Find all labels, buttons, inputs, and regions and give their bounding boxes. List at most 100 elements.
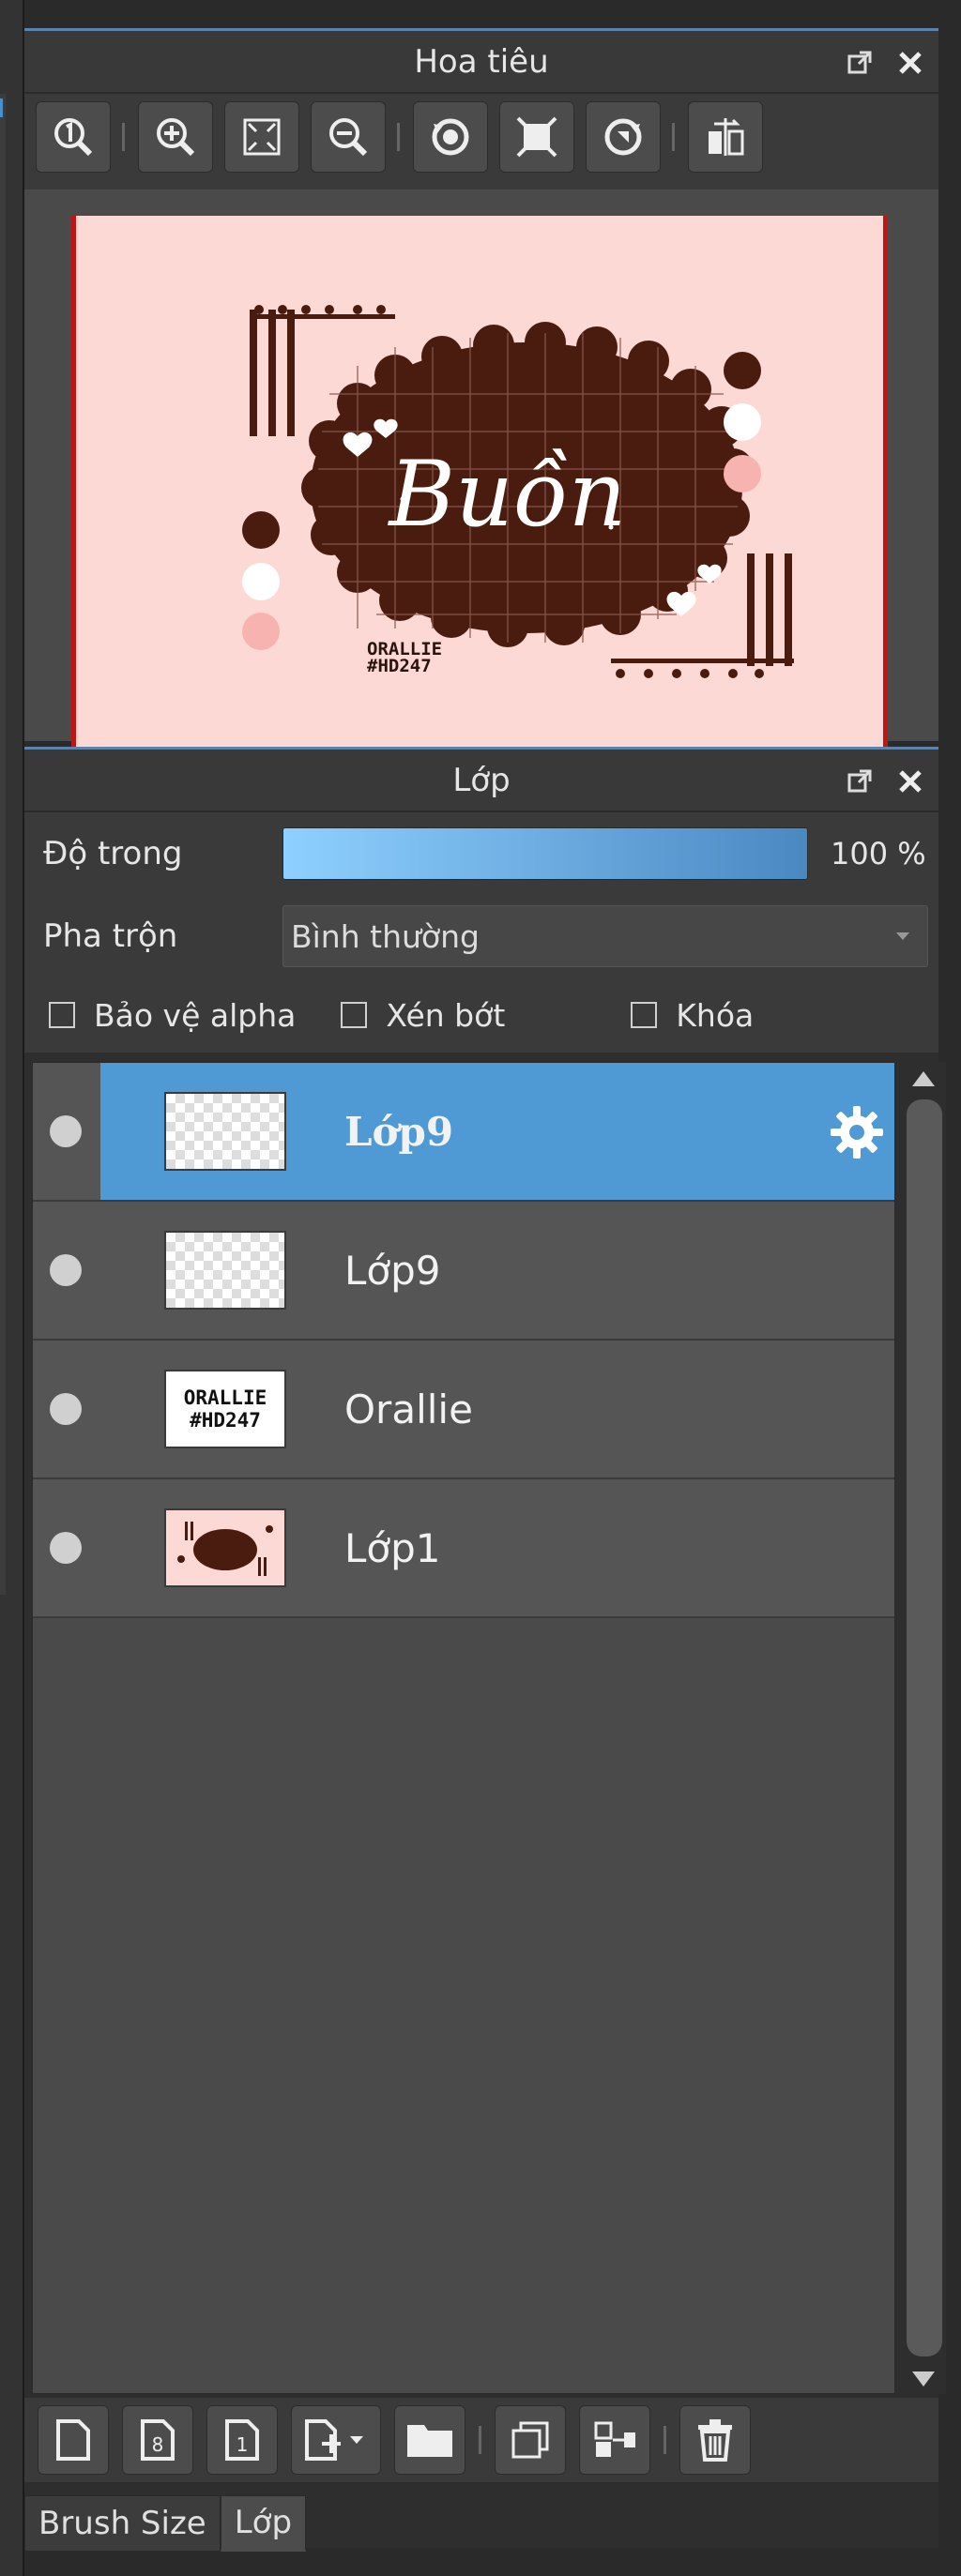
scroll-thumb[interactable] [907,1099,942,2356]
canvas-preview[interactable]: Buồn ORALLIE #HD247 [71,216,888,755]
left-dock-strip [0,0,24,2576]
layer-thumbnail: ORALLIE #HD247 [164,1370,286,1448]
new-folder-button[interactable] [394,2405,465,2475]
opacity-row: Độ trong 100 % [24,812,938,895]
new-layer-button[interactable] [38,2405,109,2475]
blend-mode-select[interactable]: Bình thường [282,905,928,967]
zoom-out-icon [329,118,368,157]
visibility-icon[interactable] [50,1115,82,1147]
watermark-line-2: #HD247 [367,656,432,676]
layers-header: Lớp [24,747,938,812]
scroll-up-icon[interactable] [910,1068,937,1090]
layers-title: Lớp [452,761,511,799]
layer-row[interactable]: Lớp1 [33,1479,894,1618]
close-icon[interactable] [895,48,925,78]
layer-row[interactable]: ORALLIE #HD247 Orallie [33,1341,894,1479]
merge-down-button[interactable] [579,2405,650,2475]
scroll-down-icon[interactable] [910,2368,937,2390]
add-layer-icon [305,2419,363,2461]
duplicate-icon [511,2421,549,2459]
clipping-label: Xén bớt [386,996,506,1034]
layers-panel: Lớp Độ trong 100 % Pha trộn Bình thường … [24,747,946,2548]
rotate-right-button[interactable] [586,101,661,173]
layer-thumbnail [164,1092,286,1171]
lock-checkbox[interactable]: Khóa [631,997,754,1034]
rotate-left-button[interactable] [413,101,488,173]
zoom-in-icon [157,118,195,157]
tab-brush-size[interactable]: Brush Size [24,2495,221,2552]
artwork-preview: Buồn ORALLIE #HD247 [242,305,794,678]
delete-layer-button[interactable] [679,2405,751,2475]
new-page-icon [56,2419,90,2461]
flip-horizontal-button[interactable] [688,101,763,173]
reset-view-button[interactable] [499,101,574,173]
svg-text:1: 1 [236,2433,249,2456]
layer-thumbnail [164,1508,286,1587]
chevron-down-icon [896,932,909,940]
artwork-lettering: Buồn [388,442,627,547]
left-dock-indicator [0,98,3,117]
svg-text:8: 8 [152,2433,164,2456]
navigator-panel: Hoa tiêu Buồn ORALLIE #HD247 [24,28,938,755]
new-8bit-layer-button[interactable]: 8 [122,2405,193,2475]
layer-name: Orallie [344,1386,473,1432]
fit-screen-icon [243,118,281,156]
layer-thumbnail [164,1231,286,1310]
new-1bit-layer-button[interactable]: 1 [206,2405,278,2475]
checkbox-box[interactable] [631,1002,658,1028]
blend-row: Pha trộn Bình thường [24,895,938,977]
layer-name: Lớp9 [344,1108,454,1155]
zoom-1-icon [54,118,93,157]
left-dock-edge [0,94,6,1595]
decor-dots-left [242,511,280,650]
rotate-right-icon [604,118,642,156]
duplicate-layer-button[interactable] [495,2405,566,2475]
checkbox-box[interactable] [49,1002,75,1028]
navigator-title: Hoa tiêu [414,42,549,81]
layer-list[interactable]: Lớp9 Lớp9 ORALLIE #HD247 Orallie Lớp1 [32,1062,895,2394]
popout-icon[interactable] [845,766,875,796]
blend-label: Pha trộn [43,917,178,955]
opacity-value: 100 % [831,836,926,871]
alpha-lock-checkbox[interactable]: Bảo vệ alpha [49,997,296,1034]
zoom-out-button[interactable] [311,101,386,173]
thumb-text: ORALLIE [183,1386,267,1409]
zoom-actual-button[interactable] [36,101,111,173]
layer-1bit-icon: 1 [225,2419,259,2461]
clipping-checkbox[interactable]: Xén bớt [341,997,505,1034]
navigator-toolbar [24,94,938,180]
layer-list-scrollbar[interactable] [901,1062,946,2394]
layer-8bit-icon: 8 [141,2419,175,2461]
checkbox-box[interactable] [341,1002,368,1028]
toolbar-separator [672,123,675,151]
layer-name: Lớp9 [344,1247,441,1294]
tab-layers[interactable]: Lớp [220,2495,307,2552]
add-layer-menu-button[interactable] [291,2405,381,2475]
alpha-lock-label: Bảo vệ alpha [94,996,297,1034]
zoom-in-button[interactable] [138,101,213,173]
visibility-icon[interactable] [50,1532,82,1564]
layer-name: Lớp1 [344,1524,441,1571]
rotate-left-icon [432,118,469,156]
visibility-icon[interactable] [50,1393,82,1425]
merge-icon [594,2421,635,2457]
layer-actions-toolbar: 8 1 [24,2398,938,2482]
gear-icon[interactable] [827,1102,887,1166]
visibility-icon[interactable] [50,1254,82,1286]
navigator-preview-area[interactable]: Buồn ORALLIE #HD247 [24,189,938,755]
flip-icon [709,118,744,156]
toolbar-separator [664,2426,666,2454]
fit-screen-button[interactable] [224,101,299,173]
layer-row[interactable]: Lớp9 [33,1063,894,1202]
layer-options: Bảo vệ alpha Xén bớt Khóa [24,977,938,1053]
opacity-slider[interactable] [282,827,808,880]
decor-dots-right [724,352,761,492]
thumb-text: #HD247 [190,1409,261,1432]
navigator-header: Hoa tiêu [24,28,938,94]
layer-row[interactable]: Lớp9 [33,1202,894,1341]
toolbar-separator [397,123,400,151]
folder-icon [407,2425,452,2457]
close-icon[interactable] [895,766,925,796]
opacity-label: Độ trong [43,835,183,872]
popout-icon[interactable] [845,48,875,78]
